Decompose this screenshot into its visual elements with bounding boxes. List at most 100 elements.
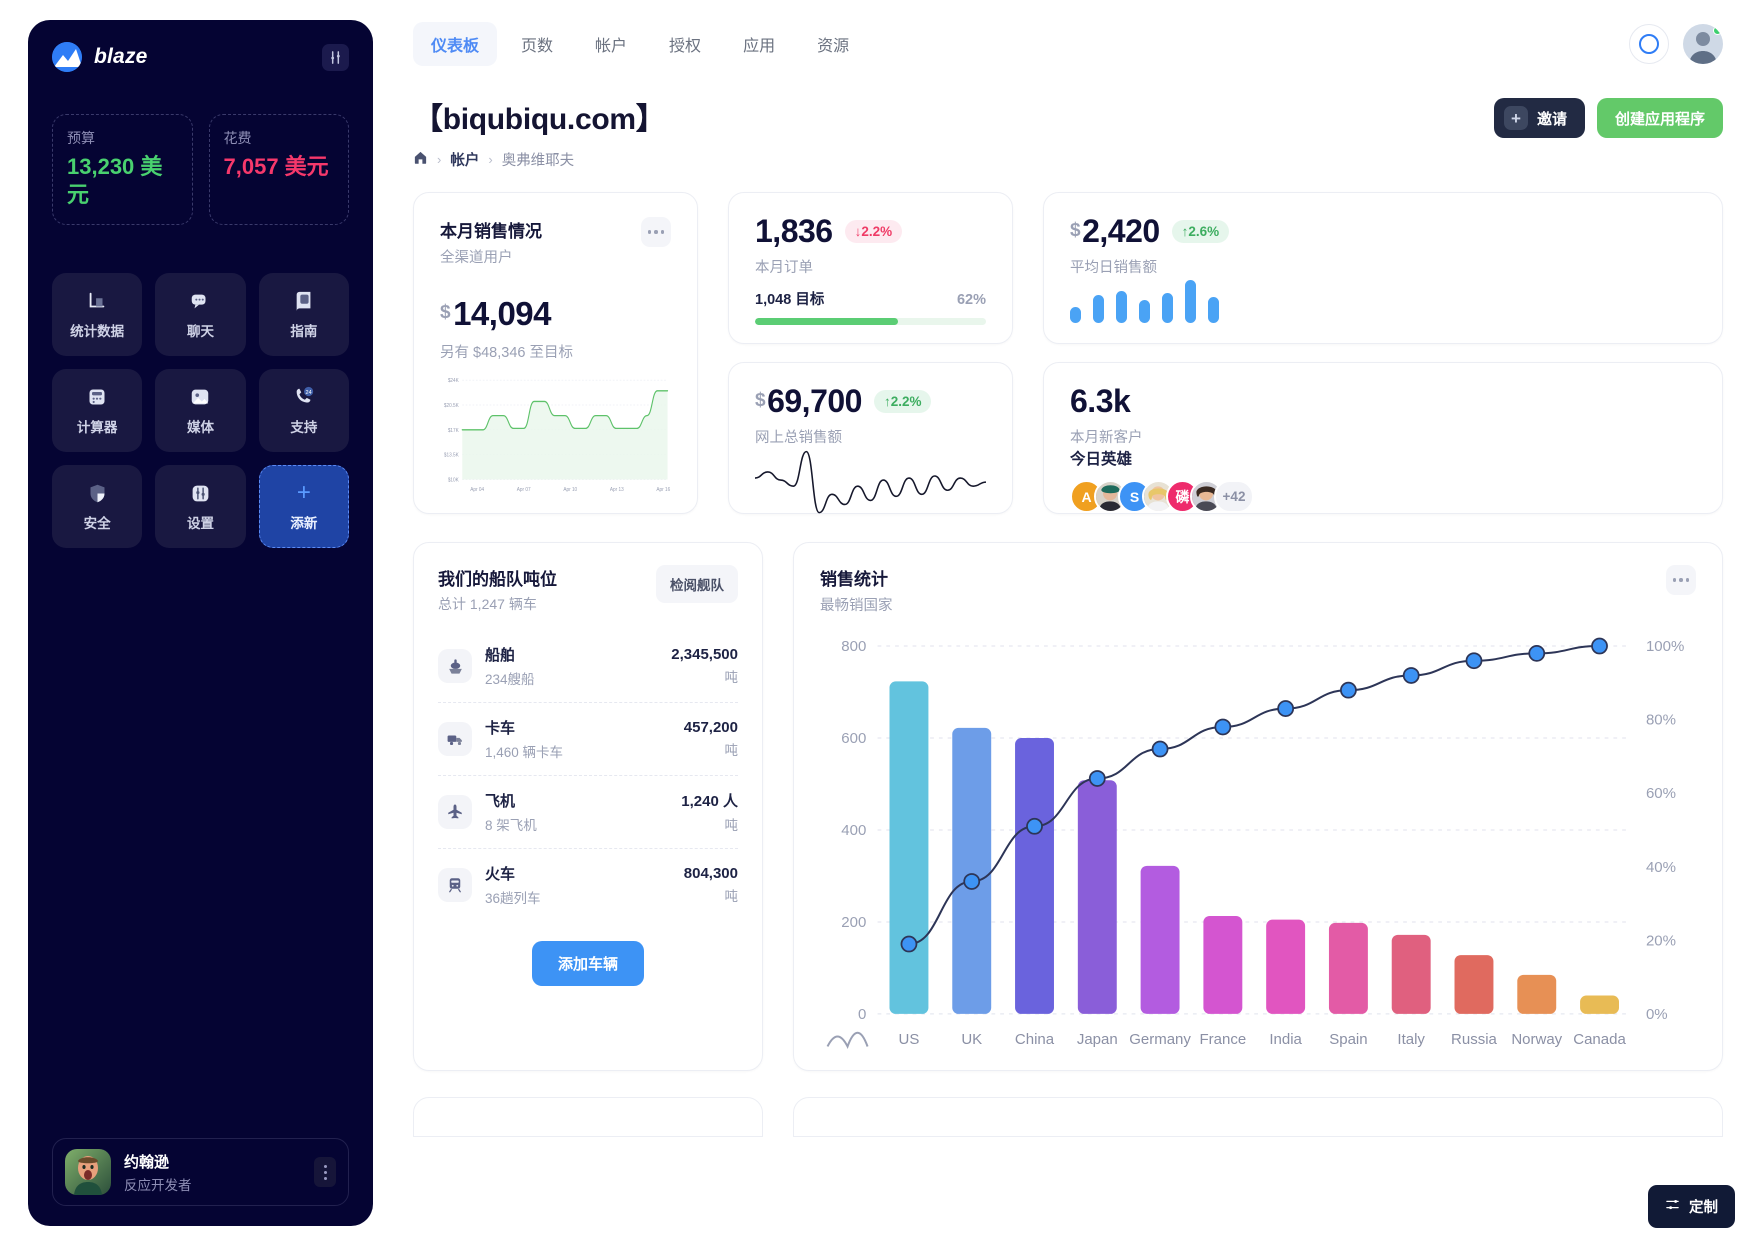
- minibar: [1162, 293, 1173, 323]
- table-row[interactable]: 卡车 1,460 辆卡车 457,200 吨: [438, 703, 738, 776]
- fleet-row-meta: 234艘船: [485, 672, 535, 687]
- table-row[interactable]: 飞机 8 架飞机 1,240 人 吨: [438, 776, 738, 849]
- more-icon[interactable]: [1666, 565, 1696, 595]
- calculator-icon: [85, 385, 109, 409]
- fleet-list: 船舶 234艘船 2,345,500 吨 卡车 1,460 辆卡车 457,20…: [438, 630, 738, 921]
- sliders-icon[interactable]: [322, 43, 349, 71]
- avg-daily-sales-minibars: [1070, 277, 1696, 325]
- fleet-title: 我们的船队吨位: [438, 570, 557, 589]
- svg-text:India: India: [1269, 1031, 1302, 1048]
- kpi-grid: 1,836 ↓2.2% 本月订单 1,048 目标 62% $2,420 ↑2.…: [413, 192, 1723, 514]
- breadcrumb-item-account[interactable]: 帐户: [450, 149, 479, 170]
- sales-by-country-pareto: 800 600 400 200 0 US UK China Japan Germany France…: [820, 631, 1696, 1056]
- fleet-subtitle: 总计 1,247 辆车: [438, 596, 537, 612]
- profile-menu-icon[interactable]: [314, 1157, 336, 1187]
- review-fleet-button[interactable]: 检阅舰队: [656, 565, 738, 603]
- avatar-more-count[interactable]: +42: [1214, 480, 1254, 513]
- online-sales-sparkline: [755, 447, 986, 517]
- tab-resources[interactable]: 资源: [799, 22, 867, 66]
- online-label: 网上总销售额: [755, 430, 842, 446]
- fleet-row-value: 1,240 人: [681, 793, 738, 810]
- sales-stats-subtitle: 最畅销国家: [820, 598, 893, 614]
- svg-text:$10K: $10K: [448, 477, 459, 484]
- heroes-avatars: A S 磷 +42: [1070, 480, 1696, 513]
- sidebar-item-stats[interactable]: 统计数据: [52, 273, 143, 356]
- bottom-grid: 我们的船队吨位 总计 1,247 辆车 检阅舰队 船舶 234艘船 2,345,…: [413, 542, 1723, 1072]
- svg-text:Canada: Canada: [1573, 1031, 1626, 1048]
- create-app-button[interactable]: 创建应用程序: [1596, 98, 1723, 138]
- svg-text:Russia: Russia: [1451, 1031, 1498, 1048]
- svg-text:Japan: Japan: [1077, 1031, 1118, 1048]
- page-header-left: 【biqubiqu.com】 › 帐户 › 奥弗维耶夫: [413, 94, 666, 170]
- svg-text:$24K: $24K: [448, 378, 459, 385]
- svg-text:0: 0: [858, 1006, 866, 1023]
- svg-text:$20.5K: $20.5K: [444, 403, 459, 410]
- fleet-row-value: 804,300: [683, 865, 738, 882]
- fleet-row-meta: 36趟列车: [485, 891, 541, 906]
- page-title: 【biqubiqu.com】: [413, 103, 666, 136]
- svg-text:800: 800: [841, 638, 866, 655]
- svg-text:24: 24: [305, 390, 311, 396]
- more-icon[interactable]: [641, 217, 671, 247]
- tab-authorization[interactable]: 授权: [651, 22, 719, 66]
- card-avg-daily-sales: $2,420 ↑2.6% 平均日销售额: [1043, 192, 1723, 344]
- fleet-row-name: 卡车: [485, 720, 516, 737]
- sidebar-item-settings[interactable]: 设置: [155, 465, 246, 548]
- avg-label: 平均日销售额: [1070, 260, 1157, 276]
- fleet-row-name: 飞机: [485, 793, 516, 810]
- sidebar-item-security[interactable]: 安全: [52, 465, 143, 548]
- table-row[interactable]: 火车 36趟列车 804,300 吨: [438, 849, 738, 921]
- fleet-head: 我们的船队吨位 总计 1,247 辆车 检阅舰队: [438, 565, 738, 614]
- svg-text:$17K: $17K: [448, 428, 459, 435]
- sidebar-item-support[interactable]: 24 支持: [258, 369, 349, 452]
- svg-text:Apr 13: Apr 13: [610, 487, 624, 494]
- brand[interactable]: blaze: [52, 42, 148, 72]
- customize-button[interactable]: 定制: [1648, 1185, 1735, 1228]
- status-badge: [1713, 26, 1722, 35]
- monthly-sales-line: $24K $20.5K $17K $13.5K $10K Apr 04 Apr 07 Apr …: [440, 376, 671, 495]
- tab-bar: 仪表板 页数 帐户 授权 应用 资源: [413, 22, 867, 66]
- sidebar-item-add-new[interactable]: + 添新: [258, 465, 349, 548]
- fleet-row-unit: 吨: [724, 743, 739, 758]
- chat-icon: [188, 289, 212, 313]
- sidebar-item-chat[interactable]: 聊天: [155, 273, 246, 356]
- online-value: $69,700: [755, 383, 862, 419]
- shield-icon: [85, 481, 109, 505]
- orders-delta-badge: ↓2.2%: [844, 219, 903, 243]
- tab-apps[interactable]: 应用: [725, 22, 793, 66]
- breadcrumb: › 帐户 › 奥弗维耶夫: [413, 149, 665, 170]
- tab-pages[interactable]: 页数: [503, 22, 571, 66]
- monthly-sales-head: 本月销售情况 全渠道用户: [440, 217, 671, 267]
- circle-icon[interactable]: [1629, 24, 1669, 64]
- svg-text:0%: 0%: [1646, 1006, 1668, 1023]
- sidebar-item-label: 安全: [83, 516, 111, 531]
- fleet-row-value: 2,345,500: [671, 646, 738, 663]
- breadcrumb-separator: ›: [488, 152, 493, 167]
- table-row[interactable]: 船舶 234艘船 2,345,500 吨: [438, 630, 738, 703]
- fleet-titles: 我们的船队吨位 总计 1,247 辆车: [438, 565, 557, 614]
- budget-card-spent: 花费 7,057 美元: [208, 114, 349, 225]
- invite-button[interactable]: + 邀请: [1493, 98, 1585, 138]
- sliders-icon: [1665, 1197, 1680, 1216]
- train-icon: [438, 868, 472, 902]
- monthly-sales-value: $14,094: [440, 295, 552, 332]
- sidebar-item-calculator[interactable]: 计算器: [52, 369, 143, 452]
- header-actions: + 邀请 创建应用程序: [1493, 98, 1723, 138]
- minibar: [1116, 290, 1127, 323]
- avatar-icon[interactable]: [1683, 24, 1723, 64]
- fleet-row-value: 457,200: [683, 719, 738, 736]
- sidebar-item-guide[interactable]: 指南: [258, 273, 349, 356]
- fleet-row-right: 457,200 吨: [684, 719, 738, 759]
- tab-accounts[interactable]: 帐户: [577, 22, 645, 66]
- svg-text:40%: 40%: [1646, 859, 1676, 876]
- spent-label: 花费: [223, 130, 252, 146]
- sidebar-profile[interactable]: 约翰逊 反应开发者: [52, 1138, 349, 1206]
- sidebar-item-media[interactable]: 媒体: [155, 369, 246, 452]
- tab-dashboard[interactable]: 仪表板: [413, 22, 498, 66]
- profile-role: 反应开发者: [124, 1177, 192, 1193]
- home-icon[interactable]: [413, 150, 428, 169]
- card-new-customers: 6.3k 本月新客户 今日英雄 A S 磷 +42: [1043, 362, 1723, 514]
- plus-icon: +: [1503, 106, 1528, 130]
- add-vehicle-button[interactable]: 添加车辆: [531, 941, 644, 986]
